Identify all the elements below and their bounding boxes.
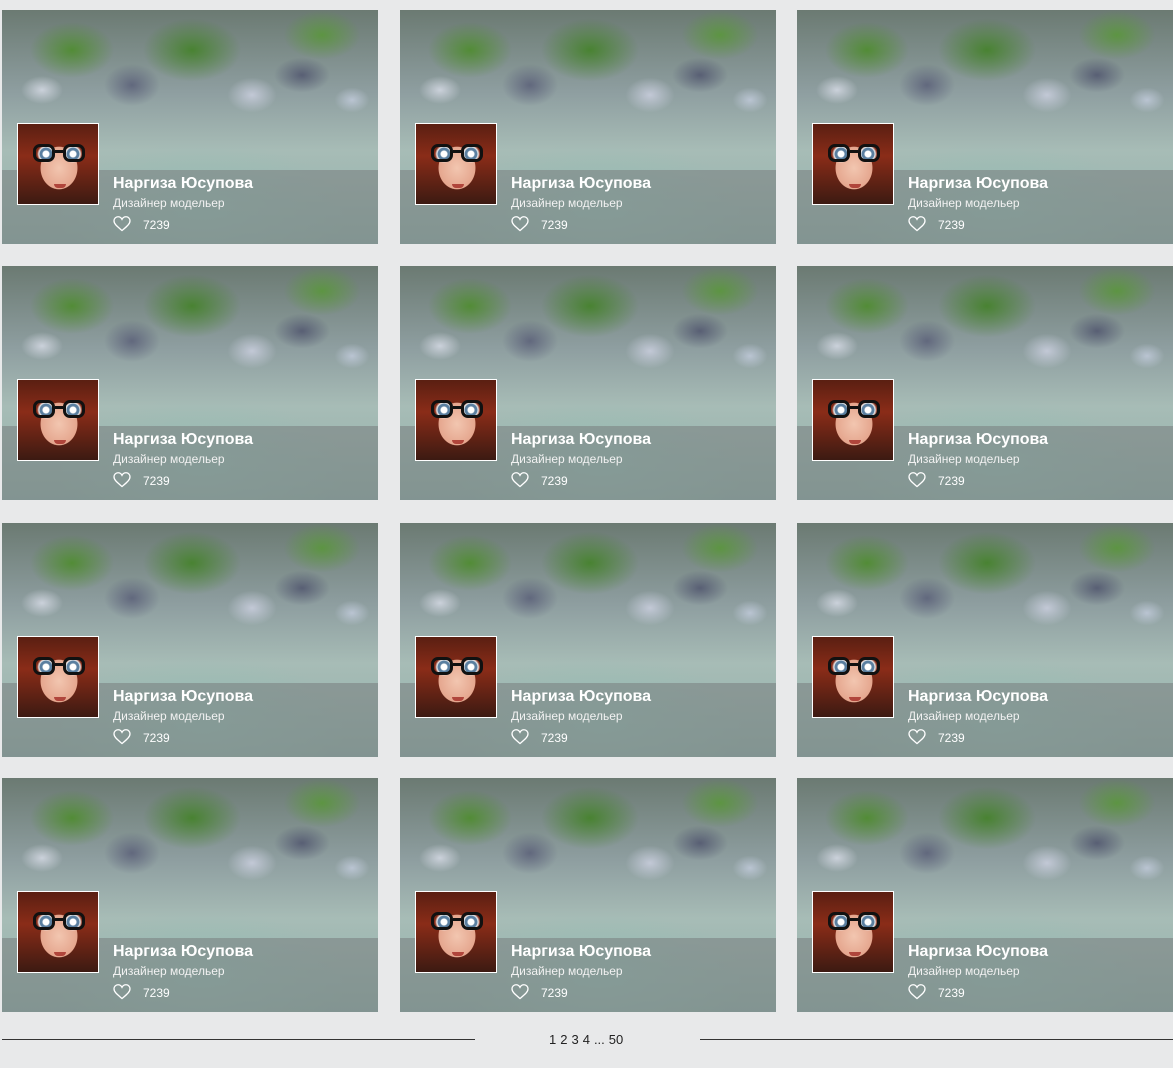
like-count: 7239 bbox=[143, 218, 170, 232]
page-link-2[interactable]: 2 bbox=[560, 1032, 567, 1047]
profile-role: Дизайнер модельер bbox=[113, 709, 225, 723]
glasses-icon bbox=[33, 400, 85, 420]
avatar[interactable] bbox=[415, 379, 497, 461]
like-count: 7239 bbox=[938, 218, 965, 232]
page-link-1[interactable]: 1 bbox=[549, 1032, 556, 1047]
like-count: 7239 bbox=[938, 474, 965, 488]
profile-role: Дизайнер модельер bbox=[511, 196, 623, 210]
glasses-icon bbox=[431, 400, 483, 420]
page-link-3[interactable]: 3 bbox=[571, 1032, 578, 1047]
like-count: 7239 bbox=[541, 218, 568, 232]
heart-outline-icon[interactable] bbox=[511, 729, 529, 745]
glasses-icon bbox=[33, 144, 85, 164]
profile-name[interactable]: Наргиза Юсупова bbox=[908, 175, 1048, 193]
glasses-icon bbox=[828, 400, 880, 420]
avatar[interactable] bbox=[17, 379, 99, 461]
profile-role: Дизайнер модельер bbox=[511, 452, 623, 466]
profile-role: Дизайнер модельер bbox=[511, 709, 623, 723]
profile-card[interactable]: Наргиза Юсупова Дизайнер модельер 7239 bbox=[797, 778, 1173, 1012]
profile-role: Дизайнер модельер bbox=[908, 196, 1020, 210]
like-count: 7239 bbox=[938, 731, 965, 745]
page-link-last[interactable]: 50 bbox=[609, 1032, 623, 1047]
profile-card-grid: Наргиза Юсупова Дизайнер модельер 7239 Н… bbox=[0, 0, 1173, 1068]
glasses-icon bbox=[828, 912, 880, 932]
profile-card[interactable]: Наргиза Юсупова Дизайнер модельер 7239 bbox=[400, 778, 776, 1012]
profile-role: Дизайнер модельер bbox=[113, 964, 225, 978]
heart-outline-icon[interactable] bbox=[511, 216, 529, 232]
like-count: 7239 bbox=[541, 731, 568, 745]
profile-role: Дизайнер модельер bbox=[113, 196, 225, 210]
profile-card[interactable]: Наргиза Юсупова Дизайнер модельер 7239 bbox=[2, 266, 378, 500]
page-link-4[interactable]: 4 bbox=[583, 1032, 590, 1047]
pagination-links: 1 2 3 4... 50 bbox=[549, 1032, 627, 1047]
profile-card[interactable]: Наргиза Юсупова Дизайнер модельер 7239 bbox=[2, 778, 378, 1012]
avatar[interactable] bbox=[415, 891, 497, 973]
profile-name[interactable]: Наргиза Юсупова bbox=[908, 431, 1048, 449]
profile-card[interactable]: Наргиза Юсупова Дизайнер модельер 7239 bbox=[2, 10, 378, 244]
profile-card[interactable]: Наргиза Юсупова Дизайнер модельер 7239 bbox=[400, 10, 776, 244]
glasses-icon bbox=[33, 657, 85, 677]
pagination-divider-right bbox=[700, 1039, 1173, 1040]
pagination-divider-left bbox=[2, 1039, 475, 1040]
like-count: 7239 bbox=[143, 731, 170, 745]
profile-name[interactable]: Наргиза Юсупова bbox=[511, 943, 651, 961]
profile-card[interactable]: Наргиза Юсупова Дизайнер модельер 7239 bbox=[2, 523, 378, 757]
heart-outline-icon[interactable] bbox=[908, 216, 926, 232]
avatar[interactable] bbox=[812, 379, 894, 461]
profile-name[interactable]: Наргиза Юсупова bbox=[511, 688, 651, 706]
like-count: 7239 bbox=[143, 986, 170, 1000]
heart-outline-icon[interactable] bbox=[113, 729, 131, 745]
glasses-icon bbox=[431, 657, 483, 677]
avatar[interactable] bbox=[812, 636, 894, 718]
avatar[interactable] bbox=[415, 636, 497, 718]
profile-name[interactable]: Наргиза Юсупова bbox=[511, 175, 651, 193]
glasses-icon bbox=[828, 144, 880, 164]
profile-role: Дизайнер модельер bbox=[908, 709, 1020, 723]
heart-outline-icon[interactable] bbox=[908, 984, 926, 1000]
heart-outline-icon[interactable] bbox=[113, 216, 131, 232]
profile-role: Дизайнер модельер bbox=[113, 452, 225, 466]
glasses-icon bbox=[431, 144, 483, 164]
profile-card[interactable]: Наргиза Юсупова Дизайнер модельер 7239 bbox=[400, 523, 776, 757]
profile-role: Дизайнер модельер bbox=[511, 964, 623, 978]
like-count: 7239 bbox=[143, 474, 170, 488]
avatar[interactable] bbox=[415, 123, 497, 205]
heart-outline-icon[interactable] bbox=[113, 472, 131, 488]
profile-card[interactable]: Наргиза Юсупова Дизайнер модельер 7239 bbox=[797, 266, 1173, 500]
avatar[interactable] bbox=[812, 123, 894, 205]
profile-card[interactable]: Наргиза Юсупова Дизайнер модельер 7239 bbox=[797, 523, 1173, 757]
profile-name[interactable]: Наргиза Юсупова bbox=[113, 688, 253, 706]
profile-card[interactable]: Наргиза Юсупова Дизайнер модельер 7239 bbox=[797, 10, 1173, 244]
glasses-icon bbox=[431, 912, 483, 932]
profile-role: Дизайнер модельер bbox=[908, 452, 1020, 466]
heart-outline-icon[interactable] bbox=[511, 984, 529, 1000]
like-count: 7239 bbox=[541, 474, 568, 488]
avatar[interactable] bbox=[17, 891, 99, 973]
heart-outline-icon[interactable] bbox=[908, 472, 926, 488]
glasses-icon bbox=[33, 912, 85, 932]
heart-outline-icon[interactable] bbox=[113, 984, 131, 1000]
avatar[interactable] bbox=[17, 636, 99, 718]
profile-card[interactable]: Наргиза Юсупова Дизайнер модельер 7239 bbox=[400, 266, 776, 500]
heart-outline-icon[interactable] bbox=[511, 472, 529, 488]
like-count: 7239 bbox=[938, 986, 965, 1000]
heart-outline-icon[interactable] bbox=[908, 729, 926, 745]
profile-name[interactable]: Наргиза Юсупова bbox=[113, 431, 253, 449]
profile-name[interactable]: Наргиза Юсупова bbox=[113, 943, 253, 961]
profile-name[interactable]: Наргиза Юсупова bbox=[511, 431, 651, 449]
avatar[interactable] bbox=[812, 891, 894, 973]
profile-name[interactable]: Наргиза Юсупова bbox=[908, 688, 1048, 706]
pagination-ellipsis: ... bbox=[593, 1032, 605, 1047]
avatar[interactable] bbox=[17, 123, 99, 205]
like-count: 7239 bbox=[541, 986, 568, 1000]
profile-role: Дизайнер модельер bbox=[908, 964, 1020, 978]
profile-name[interactable]: Наргиза Юсупова bbox=[113, 175, 253, 193]
glasses-icon bbox=[828, 657, 880, 677]
profile-name[interactable]: Наргиза Юсупова bbox=[908, 943, 1048, 961]
pagination: 1 2 3 4... 50 bbox=[0, 1028, 1173, 1052]
